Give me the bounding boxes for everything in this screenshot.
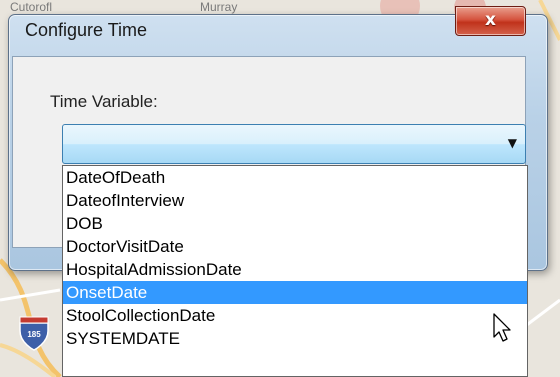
mouse-cursor-icon bbox=[493, 313, 511, 342]
dropdown-option[interactable]: DateOfDeath bbox=[63, 166, 527, 189]
dropdown-option[interactable]: OnsetDate bbox=[63, 281, 527, 304]
map-label: Cutorofl bbox=[10, 0, 53, 14]
map-label: Murray bbox=[200, 0, 238, 14]
dropdown-option[interactable]: HospitalAdmissionDate bbox=[63, 258, 527, 281]
dialog-title: Configure Time bbox=[25, 20, 148, 40]
dropdown-option[interactable]: SYSTEMDATE bbox=[63, 327, 527, 350]
dropdown-option[interactable]: DOB bbox=[63, 212, 527, 235]
time-variable-label: Time Variable: bbox=[50, 92, 158, 111]
dropdown-option[interactable]: StoolCollectionDate bbox=[63, 304, 527, 327]
time-variable-select[interactable]: ▼ bbox=[62, 124, 526, 164]
dropdown-option[interactable]: DateofInterview bbox=[63, 189, 527, 212]
dropdown-option[interactable]: DoctorVisitDate bbox=[63, 235, 527, 258]
route-shield-number: 185 bbox=[27, 330, 41, 339]
close-icon: x bbox=[485, 10, 496, 30]
time-variable-dropdown-list: DateOfDeath DateofInterview DOB DoctorVisit… bbox=[62, 165, 528, 377]
chevron-down-icon[interactable]: ▼ bbox=[508, 136, 517, 150]
close-button[interactable]: x bbox=[455, 6, 526, 36]
